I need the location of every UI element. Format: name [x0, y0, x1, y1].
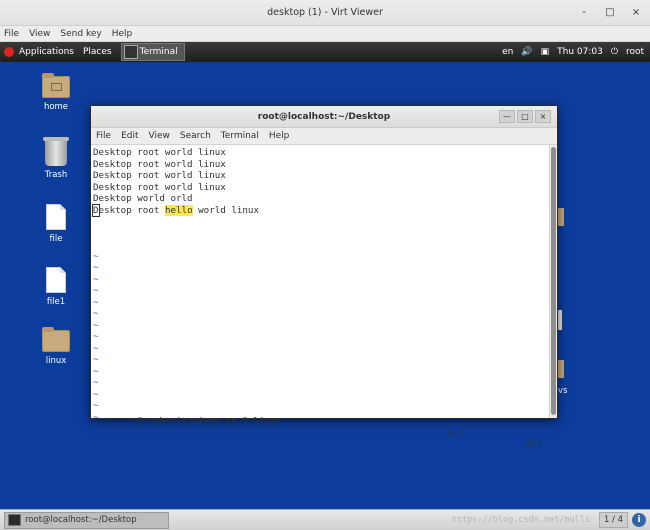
- clock[interactable]: Thu 07:03: [557, 47, 603, 57]
- redhat-logo-icon: [4, 47, 14, 57]
- close-button[interactable]: ×: [628, 5, 644, 19]
- desktop-icon-file1[interactable]: file1: [26, 267, 86, 307]
- vim-empty-buffer-tilde: ~: [93, 285, 99, 296]
- terminal-menubar: File Edit View Search Terminal Help: [91, 128, 557, 145]
- vim-empty-buffer-tilde: ~: [93, 354, 99, 365]
- viewer-title: desktop (1) - Virt Viewer: [267, 7, 383, 18]
- viewer-menu-help[interactable]: Help: [112, 29, 133, 39]
- applications-menu[interactable]: Applications: [4, 47, 83, 57]
- guest-desktop: Applications Places Terminal en 🔊 ▣ Thu …: [0, 42, 650, 530]
- terminal-minimize-button[interactable]: —: [499, 110, 515, 123]
- vim-empty-buffer-tilde: ~: [93, 388, 99, 400]
- vim-empty-buffer-tilde: ~: [93, 377, 99, 388]
- desktop-icon-label: home: [43, 102, 69, 112]
- places-menu[interactable]: Places: [83, 47, 112, 57]
- tilde-lines: ~ ~ ~ ~ ~ ~ ~ ~ ~ ~ ~ ~ ~ ~ ~: [93, 251, 551, 424]
- empty-line: [93, 239, 551, 251]
- taskbar-window-button[interactable]: root@localhost:~/Desktop: [4, 511, 169, 529]
- viewer-menu-view[interactable]: View: [29, 29, 50, 39]
- terminal-launcher-label: Terminal: [139, 47, 178, 57]
- desktop-icon-label: linux: [45, 356, 67, 366]
- desktop-icon-home[interactable]: home: [26, 73, 86, 112]
- taskbar-window-label: root@localhost:~/Desktop: [25, 515, 137, 525]
- terminal-scrollbar[interactable]: [549, 145, 557, 418]
- cursor-position: 6,1: [448, 427, 465, 439]
- empty-line: [93, 228, 551, 240]
- text-line: Desktop root world linux: [93, 181, 226, 193]
- gnome-top-panel: Applications Places Terminal en 🔊 ▣ Thu …: [0, 42, 650, 62]
- home-folder-icon: [42, 73, 70, 98]
- vim-empty-buffer-tilde: ~: [93, 342, 99, 354]
- viewer-window-controls: - □ ×: [576, 5, 644, 19]
- text-line: Desktop world orld: [93, 193, 193, 204]
- viewer-titlebar: desktop (1) - Virt Viewer - □ ×: [0, 0, 650, 26]
- terminal-menu-view[interactable]: View: [149, 131, 170, 141]
- volume-icon[interactable]: 🔊: [521, 47, 532, 57]
- terminal-menu-file[interactable]: File: [96, 131, 111, 141]
- document-icon: [46, 204, 66, 230]
- terminal-menu-help[interactable]: Help: [269, 131, 290, 141]
- status-message: 5 substitutions on 5 lines: [137, 416, 282, 427]
- desktop-icon-label: file: [49, 234, 63, 244]
- hidden-icon-label: vs: [558, 386, 568, 396]
- minimize-button[interactable]: -: [576, 5, 592, 19]
- power-icon[interactable]: ⏻: [611, 47, 618, 57]
- desktop-icon-file[interactable]: file: [26, 204, 86, 244]
- vim-empty-buffer-tilde: ~: [93, 250, 99, 262]
- trash-icon: [43, 137, 69, 166]
- terminal-icon: [8, 514, 21, 526]
- line-text-before: esktop root: [98, 204, 165, 216]
- folder-icon: [42, 327, 70, 352]
- terminal-close-button[interactable]: ×: [535, 110, 551, 123]
- panel-status-area: en 🔊 ▣ Thu 07:03 ⏻ root: [502, 42, 644, 62]
- watermark-text: https://blog.csdn.net/mulli: [451, 515, 590, 525]
- viewer-menu-file[interactable]: File: [4, 29, 19, 39]
- text-line: Desktop root world linux: [93, 147, 226, 158]
- terminal-menu-edit[interactable]: Edit: [121, 131, 138, 141]
- terminal-content[interactable]: Desktop root world linux Desktop root wo…: [91, 145, 551, 450]
- desktop-icon-label: file1: [46, 297, 66, 307]
- display-icon[interactable]: ▣: [541, 47, 550, 57]
- vim-status-line: 5 substitutions on 5 lines 6,1 All: [93, 405, 549, 450]
- scrollbar-thumb[interactable]: [551, 147, 556, 415]
- vim-empty-buffer-tilde: ~: [93, 319, 99, 331]
- text-line: Desktop root world linux: [93, 158, 226, 170]
- terminal-menu-terminal[interactable]: Terminal: [221, 131, 259, 141]
- text-line: Desktop root world linux: [93, 170, 226, 181]
- vim-empty-buffer-tilde: ~: [93, 308, 99, 319]
- desktop-icon-linux[interactable]: linux: [26, 327, 86, 366]
- terminal-icon: [123, 45, 138, 59]
- line-text-after: world linux: [192, 204, 259, 216]
- terminal-maximize-button[interactable]: □: [517, 110, 533, 123]
- current-text-line: Desktop root hello world linux: [92, 203, 551, 217]
- terminal-menu-search[interactable]: Search: [180, 131, 211, 141]
- language-indicator[interactable]: en: [502, 47, 513, 57]
- notification-info-icon[interactable]: i: [632, 513, 646, 527]
- vim-empty-buffer-tilde: ~: [93, 262, 99, 273]
- vim-empty-buffer-tilde: ~: [93, 273, 99, 285]
- desktop-icon-trash[interactable]: Trash: [26, 137, 86, 180]
- viewer-menubar: File View Send key Help: [0, 26, 650, 42]
- viewer-menu-send-key[interactable]: Send key: [60, 29, 101, 39]
- terminal-window-controls: — □ ×: [499, 110, 551, 123]
- search-highlight: hello: [164, 204, 193, 216]
- empty-line: [93, 216, 551, 228]
- vim-empty-buffer-tilde: ~: [93, 296, 99, 308]
- terminal-launcher[interactable]: Terminal: [120, 43, 185, 61]
- user-menu[interactable]: root: [626, 47, 644, 57]
- vim-empty-buffer-tilde: ~: [93, 331, 99, 342]
- terminal-window: root@localhost:~/Desktop — □ × File Edit…: [90, 105, 558, 450]
- maximize-button[interactable]: □: [602, 5, 618, 19]
- vim-empty-buffer-tilde: ~: [93, 365, 99, 377]
- applications-label: Applications: [19, 47, 74, 57]
- workspace-pager[interactable]: 1 / 4: [598, 512, 628, 528]
- document-icon: [46, 267, 66, 293]
- scroll-position: All: [526, 439, 543, 450]
- desktop-icon-label: Trash: [44, 170, 68, 180]
- terminal-title: root@localhost:~/Desktop: [257, 112, 391, 122]
- bottom-taskbar: root@localhost:~/Desktop https://blog.cs…: [0, 509, 650, 530]
- terminal-titlebar[interactable]: root@localhost:~/Desktop — □ ×: [91, 106, 557, 128]
